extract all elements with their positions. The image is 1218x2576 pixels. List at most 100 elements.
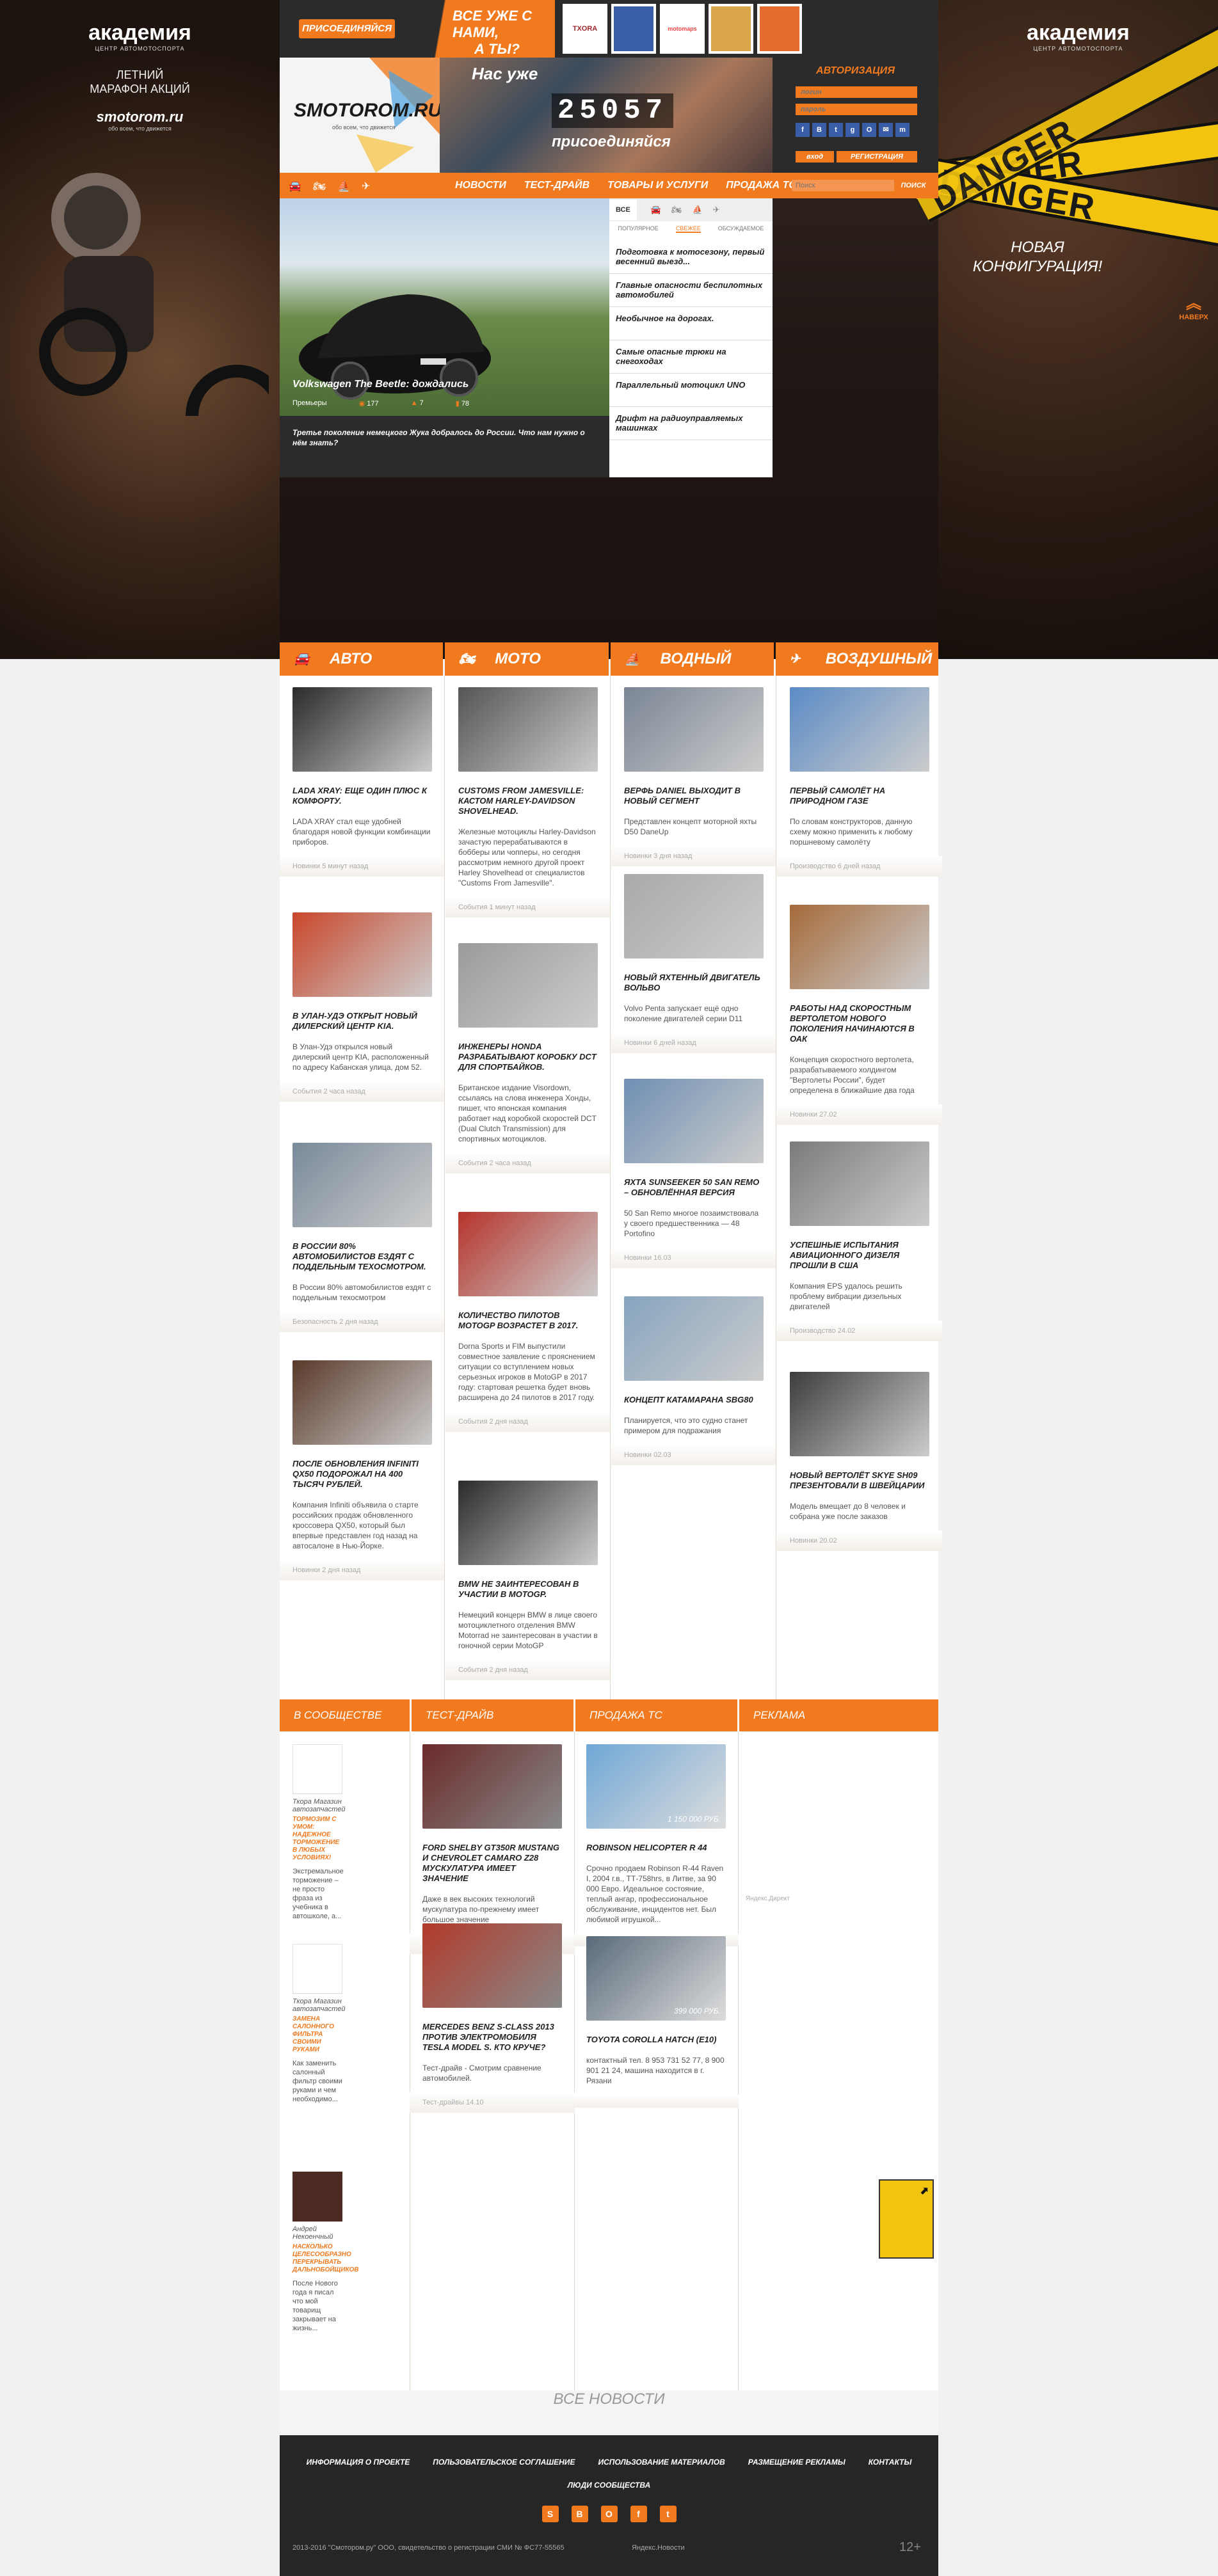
- news-card-meta[interactable]: Новинки 20.02: [777, 1530, 942, 1551]
- news-card-meta[interactable]: Производство 6 дней назад: [777, 856, 942, 877]
- news-card-title[interactable]: LADA XRAY: ЕЩЕ ОДИН ПЛЮС К КОМФОРТУ.: [292, 786, 432, 806]
- nav-sale[interactable]: ПРОДАЖА ТС: [726, 180, 796, 191]
- filter-discussed[interactable]: ОБСУЖДАЕМОЕ: [718, 225, 764, 233]
- news-card[interactable]: В РОССИИ 80% АВТОМОБИЛИСТОВ ЕЗДЯТ С ПОДД…: [280, 1143, 445, 1332]
- col-head-moto[interactable]: 🏍 МОТО: [445, 642, 609, 676]
- footer-social-icon[interactable]: t: [659, 2506, 677, 2522]
- community-post[interactable]: Ткора Магазин автозапчастей ЗАМЕНА САЛОНН…: [292, 1944, 346, 2104]
- news-card[interactable]: BMW НЕ ЗАИНТЕРЕСОВАН В УЧАСТИИ В MOTOGP.…: [445, 1481, 611, 1680]
- feed-item[interactable]: Самые опасные трюки на снегоходах: [609, 340, 773, 374]
- testdrive-title[interactable]: MERCEDES BENZ S-CLASS 2013 ПРОТИВ ЭЛЕКТР…: [422, 2022, 562, 2053]
- news-card-image[interactable]: [292, 1360, 432, 1445]
- testdrive-card[interactable]: FORD SHELBY GT350R MUSTANG И CHEVROLET C…: [410, 1744, 575, 1954]
- hero-title[interactable]: Volkswagen The Beetle: дождались: [292, 379, 469, 390]
- nav-goods[interactable]: ТОВАРЫ И УСЛУГИ: [607, 180, 708, 191]
- register-button[interactable]: РЕГИСТРАЦИЯ: [837, 151, 917, 163]
- login-button[interactable]: вход: [796, 151, 834, 163]
- auth-social-6[interactable]: m: [895, 123, 909, 137]
- car-icon[interactable]: 🚘: [289, 180, 301, 193]
- partner-logo-1[interactable]: TXORA: [563, 4, 607, 54]
- news-card-meta[interactable]: События 2 дня назад: [445, 1660, 611, 1680]
- news-card[interactable]: КОНЦЕПТ КАТАМАРАНА SBG80 Планируется, что…: [611, 1296, 776, 1465]
- news-card[interactable]: CUSTOMS FROM JAMESVILLE: КАСТОМ HARLEY-D…: [445, 687, 611, 918]
- join-button[interactable]: ПРИСОЕДИНЯЙСЯ: [299, 19, 395, 38]
- auth-social-4[interactable]: О: [862, 123, 876, 137]
- news-card-title[interactable]: В УЛАН-УДЭ ОТКРЫТ НОВЫЙ ДИЛЕРСКИЙ ЦЕНТР …: [292, 1011, 432, 1031]
- news-card[interactable]: КОЛИЧЕСТВО ПИЛОТОВ MOTOGP ВОЗРАСТЕТ В 20…: [445, 1212, 611, 1432]
- news-card-image[interactable]: [790, 1372, 929, 1456]
- nav-news[interactable]: НОВОСТИ: [455, 180, 506, 191]
- password-input[interactable]: [796, 104, 917, 115]
- boat-icon[interactable]: ⛵: [337, 180, 350, 193]
- post-author[interactable]: Андрей Некоенчный: [292, 2225, 344, 2241]
- filter-popular[interactable]: ПОПУЛЯРНОЕ: [618, 225, 659, 233]
- news-card-image[interactable]: [790, 1141, 929, 1226]
- news-card[interactable]: ПОСЛЕ ОБНОВЛЕНИЯ INFINITI QX50 ПОДОРОЖАЛ…: [280, 1360, 445, 1580]
- news-card-image[interactable]: [624, 687, 764, 772]
- auth-social-5[interactable]: ✉: [879, 123, 893, 137]
- news-card-title[interactable]: BMW НЕ ЗАИНТЕРЕСОВАН В УЧАСТИИ В MOTOGP.: [458, 1579, 598, 1600]
- news-card[interactable]: РАБОТЫ НАД СКОРОСТНЫМ ВЕРТОЛЕТОМ НОВОГО …: [777, 905, 942, 1125]
- news-card-title[interactable]: НОВЫЙ ЯХТЕННЫЙ ДВИГАТЕЛЬ ВОЛЬВО: [624, 973, 764, 993]
- moto-icon[interactable]: 🏍: [313, 180, 326, 193]
- sale-image[interactable]: 399 000 РУБ.: [586, 1936, 726, 2021]
- news-card[interactable]: LADA XRAY: ЕЩЕ ОДИН ПЛЮС К КОМФОРТУ. LADA…: [280, 687, 445, 877]
- feed-item[interactable]: Подготовка к мотосезону, первый весенний…: [609, 241, 773, 274]
- auth-social-3[interactable]: g: [845, 123, 860, 137]
- footer-link[interactable]: ИНФОРМАЦИЯ О ПРОЕКТЕ: [307, 2458, 410, 2467]
- ad-banner[interactable]: ⬈: [879, 2179, 934, 2259]
- footer-link[interactable]: КОНТАКТЫ: [869, 2458, 912, 2467]
- news-card-meta[interactable]: Производство 24.02: [777, 1321, 942, 1341]
- news-card-meta[interactable]: Новинки 27.02: [777, 1104, 942, 1125]
- news-card-title[interactable]: ИНЖЕНЕРЫ HONDA РАЗРАБАТЫВАЮТ КОРОБКУ DCT…: [458, 1042, 598, 1072]
- news-card-title[interactable]: НОВЫЙ ВЕРТОЛЁТ SKYE SH09 ПРЕЗЕНТОВАЛИ В …: [790, 1470, 929, 1491]
- news-card-image[interactable]: [458, 1212, 598, 1296]
- testdrive-image[interactable]: [422, 1744, 562, 1829]
- site-logo[interactable]: SMOTOROM.RU обо всем, что движется: [280, 58, 442, 173]
- news-card-image[interactable]: [624, 1296, 764, 1381]
- post-author[interactable]: Ткора Магазин автозапчастей: [292, 1998, 346, 2013]
- avatar[interactable]: [292, 1944, 342, 1994]
- col-head-air[interactable]: ✈ ВОЗДУШНЫЙ: [775, 642, 938, 676]
- search-input[interactable]: [792, 180, 894, 191]
- partner-logo-2[interactable]: [611, 4, 656, 54]
- partner-logo-3[interactable]: motomaps: [660, 4, 705, 54]
- testdrive-card[interactable]: MERCEDES BENZ S-CLASS 2013 ПРОТИВ ЭЛЕКТР…: [410, 1923, 575, 2113]
- news-card[interactable]: НОВЫЙ ВЕРТОЛЁТ SKYE SH09 ПРЕЗЕНТОВАЛИ В …: [777, 1372, 942, 1551]
- news-card[interactable]: УСПЕШНЫЕ ИСПЫТАНИЯ АВИАЦИОННОГО ДИЗЕЛЯ П…: [777, 1141, 942, 1341]
- news-card-title[interactable]: ЯХТА SUNSEEKER 50 SAN REMO – ОБНОВЛЁННАЯ…: [624, 1177, 764, 1198]
- news-card-image[interactable]: [624, 874, 764, 958]
- news-card-meta[interactable]: Новинки 5 минут назад: [280, 856, 445, 877]
- news-card-meta[interactable]: Новинки 02.03: [611, 1445, 776, 1465]
- news-card-meta[interactable]: Новинки 16.03: [611, 1248, 776, 1268]
- tab-icon-plane[interactable]: ✈: [713, 205, 720, 215]
- news-card-image[interactable]: [292, 912, 432, 997]
- post-title[interactable]: ЗАМЕНА САЛОННОГО ФИЛЬТРА СВОИМИ РУКАМИ: [292, 2015, 344, 2054]
- news-card-image[interactable]: [458, 1481, 598, 1565]
- news-card-meta[interactable]: События 2 дня назад: [445, 1411, 611, 1432]
- col-head-auto[interactable]: 🚘 АВТО: [280, 642, 444, 676]
- footer-social-icon[interactable]: О: [600, 2506, 618, 2522]
- news-card-meta[interactable]: Новинки 2 дня назад: [280, 1560, 445, 1580]
- news-card-meta[interactable]: События 2 часа назад: [280, 1081, 445, 1102]
- sale-head[interactable]: ПРОДАЖА ТС: [573, 1699, 737, 1731]
- feed-tab-all[interactable]: ВСЕ: [609, 200, 637, 220]
- news-card[interactable]: НОВЫЙ ЯХТЕННЫЙ ДВИГАТЕЛЬ ВОЛЬВО Volvo Pen…: [611, 874, 776, 1053]
- footer-link-people[interactable]: ЛЮДИ СООБЩЕСТВА: [568, 2481, 651, 2490]
- news-card-title[interactable]: ПОСЛЕ ОБНОВЛЕНИЯ INFINITI QX50 ПОДОРОЖАЛ…: [292, 1459, 432, 1490]
- news-card-image[interactable]: [292, 687, 432, 772]
- news-card-title[interactable]: ПЕРВЫЙ САМОЛЁТ НА ПРИРОДНОМ ГАЗЕ: [790, 786, 929, 806]
- members-counter-banner[interactable]: Нас уже 25057 присоединяйся: [440, 58, 773, 173]
- feed-item[interactable]: Необычное на дорогах.: [609, 307, 773, 340]
- feed-item[interactable]: Главные опасности беспилотных автомобиле…: [609, 274, 773, 307]
- news-card[interactable]: ВЕРФЬ DANIEL ВЫХОДИТ В НОВЫЙ СЕГМЕНТ Пред…: [611, 687, 776, 866]
- testdrive-image[interactable]: [422, 1923, 562, 2008]
- community-post[interactable]: Ткора Магазин автозапчастей ТОРМОЗИМ С УМ…: [292, 1744, 346, 1921]
- footer-link[interactable]: ПОЛЬЗОВАТЕЛЬСКОЕ СОГЛАШЕНИЕ: [433, 2458, 575, 2467]
- news-card[interactable]: ПЕРВЫЙ САМОЛЁТ НА ПРИРОДНОМ ГАЗЕ По слова…: [777, 687, 942, 877]
- col-head-water[interactable]: ⛵ ВОДНЫЙ: [610, 642, 774, 676]
- auth-social-0[interactable]: f: [796, 123, 810, 137]
- feed-item[interactable]: Параллельный мотоцикл UNO: [609, 374, 773, 407]
- post-title[interactable]: ТОРМОЗИМ С УМОМ: НАДЕЖНОЕ ТОРМОЖЕНИЕ В Л…: [292, 1816, 344, 1862]
- avatar[interactable]: [292, 2172, 342, 2222]
